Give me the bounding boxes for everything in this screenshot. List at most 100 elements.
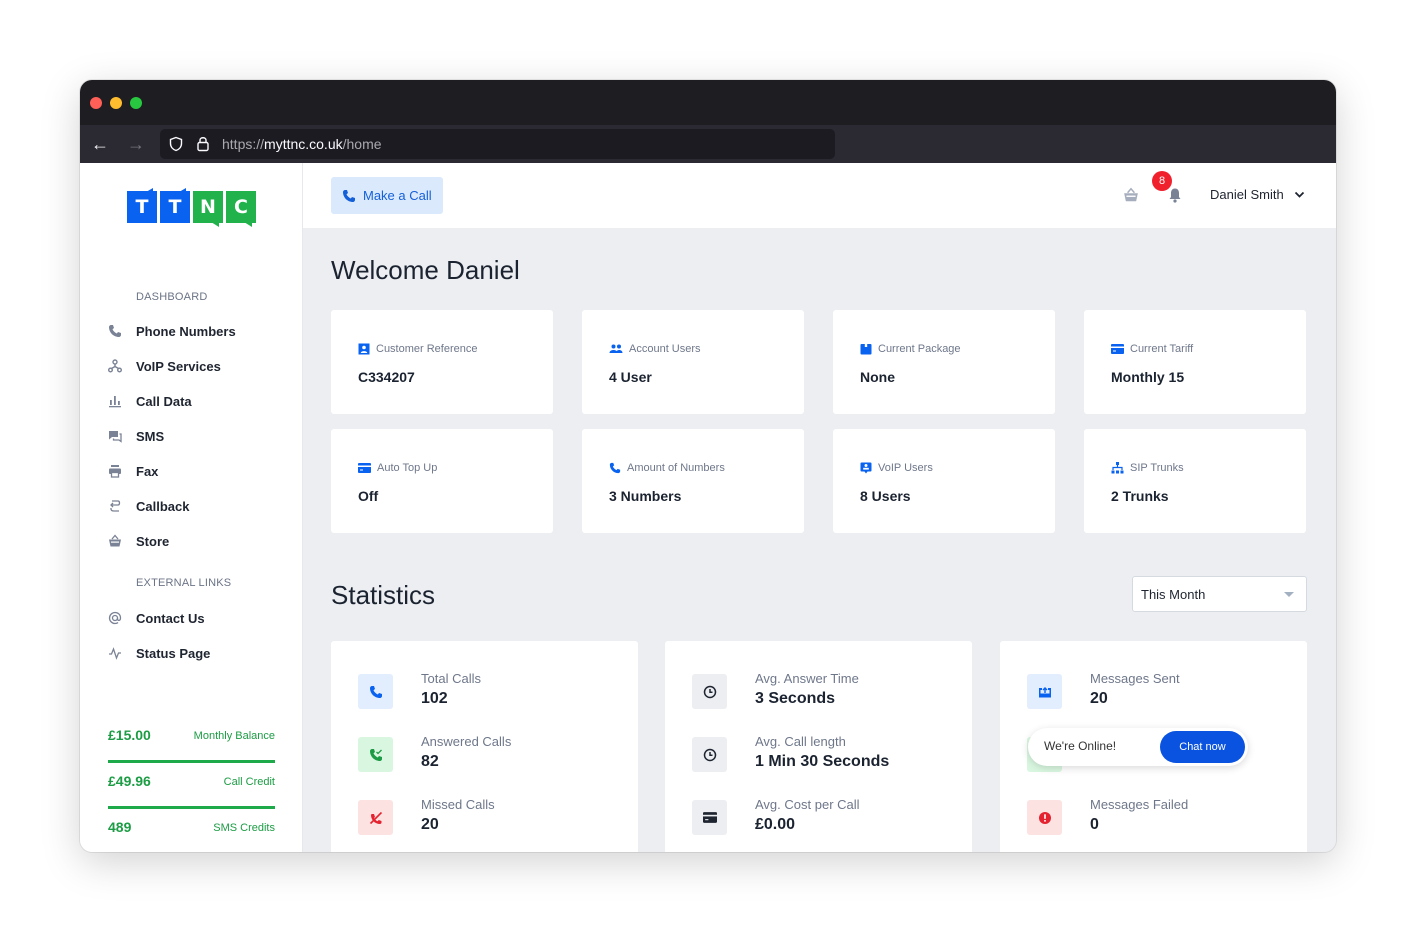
- stat-value: 1 Min 30 Seconds: [755, 753, 890, 770]
- stat-value: 20: [1090, 690, 1108, 707]
- phone-icon: [108, 324, 122, 338]
- stat-value: 20: [421, 816, 439, 833]
- stat-label: Messages Sent: [1090, 671, 1180, 686]
- stat-label: Messages Failed: [1090, 797, 1189, 812]
- stat-label: Avg. Cost per Call: [755, 797, 860, 812]
- users-icon: [609, 344, 623, 353]
- chat-icon: [108, 429, 122, 443]
- info-card-customer-reference: Customer Reference C334207: [331, 310, 553, 414]
- sidebar-item-label: Status Page: [136, 645, 211, 661]
- stat-value: 3 Seconds: [755, 690, 836, 707]
- chat-widget: We're Online! Chat now: [1028, 728, 1248, 766]
- info-card-current-tariff: Current Tariff Monthly 15: [1084, 310, 1306, 414]
- stat-value: £0.00: [755, 816, 796, 833]
- balance-amount: 489: [108, 819, 132, 835]
- sidebar-item-sms[interactable]: SMS: [108, 425, 164, 447]
- minimize-window-button[interactable]: [110, 97, 122, 109]
- basket-icon[interactable]: [1123, 187, 1139, 203]
- info-card-label: Customer Reference: [376, 343, 478, 355]
- callback-icon: [108, 499, 122, 513]
- info-card-value: 4 User: [609, 369, 652, 385]
- info-card-amount-of-numbers: Amount of Numbers 3 Numbers: [582, 429, 804, 533]
- bar-chart-icon: [108, 394, 122, 408]
- sidebar-item-label: Phone Numbers: [136, 323, 236, 339]
- info-card-label: Auto Top Up: [377, 462, 438, 474]
- sidebar-item-status-page[interactable]: Status Page: [108, 642, 210, 664]
- ttnc-logo[interactable]: T T N C: [127, 188, 256, 227]
- period-select[interactable]: This Month: [1132, 576, 1307, 612]
- info-card-auto-top-up: Auto Top Up Off: [331, 429, 553, 533]
- info-card-label: SIP Trunks: [1130, 462, 1184, 474]
- sidebar-item-voip-services[interactable]: VoIP Services: [108, 355, 221, 377]
- stat-label: Avg. Answer Time: [755, 671, 859, 686]
- sidebar-item-call-data[interactable]: Call Data: [108, 390, 192, 412]
- arrow-left-icon[interactable]: ←: [90, 134, 110, 154]
- sidebar-item-contact-us[interactable]: Contact Us: [108, 607, 205, 629]
- chat-now-button[interactable]: Chat now: [1160, 731, 1245, 763]
- info-card-value: Off: [358, 488, 379, 504]
- info-card-label: Current Tariff: [1130, 343, 1194, 355]
- info-card-account-users: Account Users 4 User: [582, 310, 804, 414]
- basket-icon: [108, 534, 122, 548]
- arrow-right-icon[interactable]: →: [126, 134, 146, 154]
- user-menu[interactable]: Daniel Smith: [1210, 187, 1305, 202]
- at-icon: [108, 611, 122, 625]
- address-bar[interactable]: https://myttnc.co.uk/home: [160, 129, 835, 159]
- sidebar-item-label: VoIP Services: [136, 358, 221, 374]
- clock-icon: [703, 685, 716, 698]
- stat-label: Missed Calls: [421, 797, 495, 812]
- info-card-value: C334207: [358, 369, 415, 385]
- stat-label: Answered Calls: [421, 734, 512, 749]
- stat-value: 102: [421, 690, 448, 707]
- chevron-down-icon: [1294, 191, 1304, 198]
- info-card-value: Monthly 15: [1111, 369, 1185, 385]
- info-card-label: Current Package: [878, 343, 961, 355]
- info-card-value: None: [860, 369, 895, 385]
- sidebar-item-phone-numbers[interactable]: Phone Numbers: [108, 320, 236, 342]
- user-name: Daniel Smith: [1210, 187, 1284, 202]
- credit-card-icon: [358, 463, 371, 473]
- info-card-label: VoIP Users: [878, 462, 933, 474]
- phone-icon: [609, 462, 621, 474]
- credit-card-icon: [702, 812, 717, 823]
- call-credit: £49.96 Call Credit: [108, 769, 275, 809]
- caret-down-icon: [1284, 592, 1294, 597]
- page-title: Welcome Daniel: [331, 255, 520, 285]
- phone-icon: [369, 685, 382, 698]
- bell-icon[interactable]: [1167, 187, 1183, 203]
- phone-check-icon: [369, 748, 382, 761]
- voip-user-icon: [860, 462, 872, 474]
- period-select-value: This Month: [1141, 587, 1206, 602]
- sidebar-item-fax[interactable]: Fax: [108, 460, 158, 482]
- sitemap-icon: [1111, 462, 1124, 474]
- stat-label: Total Calls: [421, 671, 481, 686]
- sidebar-item-store[interactable]: Store: [108, 530, 169, 552]
- section-external-heading: EXTERNAL LINKS: [136, 577, 232, 589]
- info-card-label: Amount of Numbers: [627, 462, 725, 474]
- logo-letter: C: [226, 191, 256, 227]
- logo-letter: T: [127, 188, 157, 223]
- sidebar-item-callback[interactable]: Callback: [108, 495, 189, 517]
- lock-icon: [197, 137, 209, 152]
- phone-icon: [343, 189, 355, 202]
- balance-label: Monthly Balance: [193, 730, 275, 742]
- browser-toolbar: ← → https://myttnc.co.uk/home: [80, 125, 1336, 163]
- notification-badge: 8: [1152, 171, 1172, 191]
- close-window-button[interactable]: [90, 97, 102, 109]
- maximize-window-button[interactable]: [130, 97, 142, 109]
- balance-amount: £49.96: [108, 773, 151, 789]
- network-icon: [108, 359, 122, 373]
- credit-card-icon: [1111, 344, 1124, 354]
- info-card-value: 3 Numbers: [609, 488, 682, 504]
- logo-letter: T: [160, 188, 190, 223]
- phone-missed-icon: [369, 811, 382, 824]
- balance-amount: £15.00: [108, 727, 151, 743]
- stat-label: Avg. Call length: [755, 734, 846, 749]
- calls-stats-card: Total Calls 102 Answered Calls 82 Missed…: [331, 641, 638, 852]
- top-bar: Make a Call 8 Daniel Smith: [303, 163, 1336, 228]
- sidebar-item-label: Store: [136, 533, 170, 549]
- package-icon: [860, 343, 872, 355]
- info-card-current-package: Current Package None: [833, 310, 1055, 414]
- make-a-call-button[interactable]: Make a Call: [331, 177, 443, 214]
- chat-status: We're Online!: [1044, 739, 1117, 753]
